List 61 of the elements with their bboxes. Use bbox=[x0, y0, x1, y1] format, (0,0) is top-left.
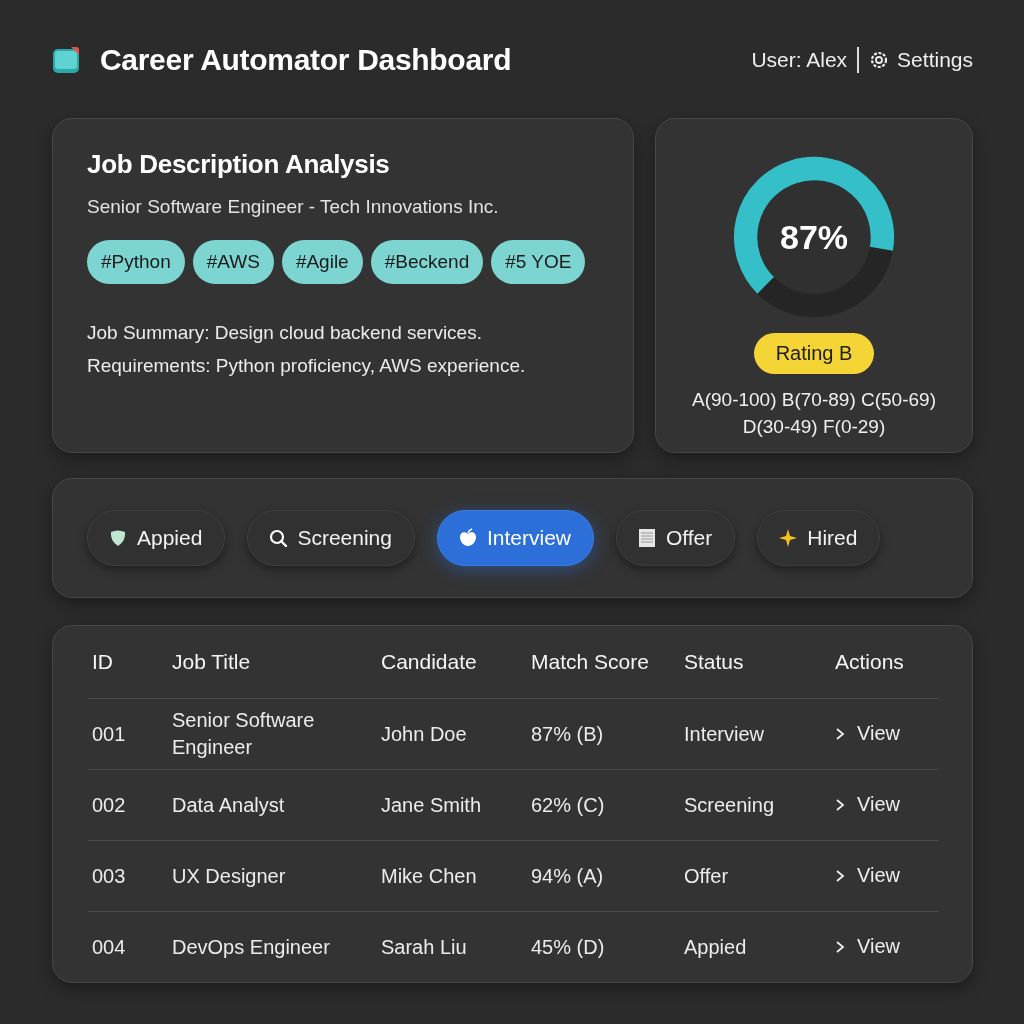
grade-legend-text: A(90-100) B(70-89) C(50-69) bbox=[692, 388, 936, 412]
status-cell-text: Interview bbox=[683, 721, 766, 747]
stage-tab[interactable]: Hired bbox=[757, 510, 881, 566]
view-button[interactable]: View bbox=[831, 862, 900, 890]
stage-tab[interactable]: Interview bbox=[436, 510, 594, 566]
id-cell-text: 002 bbox=[91, 792, 127, 818]
view-button[interactable]: View bbox=[831, 791, 900, 819]
search-icon bbox=[268, 528, 289, 548]
skill-tag: #Python bbox=[87, 240, 185, 284]
status-cell-text: Offer bbox=[683, 863, 730, 889]
settings-button[interactable]: Settings bbox=[869, 48, 973, 72]
match-score-cell-text: 45% (D) bbox=[530, 934, 606, 960]
candidate-cell-text: Mike Chen bbox=[380, 863, 478, 889]
shield-icon bbox=[108, 528, 128, 548]
id-cell-text: 004 bbox=[91, 934, 127, 960]
stage-tab[interactable]: Screening bbox=[247, 510, 415, 566]
skill-tag: #5 YOE bbox=[491, 240, 586, 284]
job-title-cell-text: UX Designer bbox=[171, 863, 287, 889]
match-score-cell-text: 94% (A) bbox=[530, 863, 605, 889]
job-title-cell-text: Senior Software Engineer bbox=[171, 708, 316, 760]
chevron-icon bbox=[835, 797, 845, 812]
column-header: Candidate bbox=[380, 650, 478, 674]
chevron-icon bbox=[835, 939, 845, 954]
column-header: Match Score bbox=[530, 650, 650, 674]
score-value: 87% bbox=[779, 217, 849, 257]
status-cell-text: Screening bbox=[683, 792, 776, 818]
match-score-cell-text: 87% (B) bbox=[530, 721, 605, 747]
job-title-cell-text: Data Analyst bbox=[171, 792, 286, 818]
candidate-cell-text: John Doe bbox=[380, 721, 468, 747]
chevron-icon bbox=[835, 868, 845, 883]
stage-tab[interactable]: Appied bbox=[87, 510, 226, 566]
column-header: ID bbox=[91, 650, 114, 674]
logo-icon bbox=[52, 46, 80, 74]
skill-tag: #Agile bbox=[281, 240, 363, 284]
job-title-cell-text: DevOps Engineer bbox=[171, 934, 331, 960]
card-title: Job Description Analysis bbox=[87, 149, 391, 180]
column-header: Status bbox=[683, 650, 745, 674]
skill-tag: #AWS bbox=[192, 240, 274, 284]
dashboard-title: Career Automator Dashboard bbox=[100, 43, 512, 77]
id-cell-text: 003 bbox=[91, 863, 127, 889]
match-score-cell-text: 62% (C) bbox=[530, 792, 606, 818]
id-cell-text: 001 bbox=[91, 721, 127, 747]
skill-tag: #Beckend bbox=[370, 240, 484, 284]
document-icon bbox=[637, 528, 657, 548]
grade-legend-text: D(30-49) F(0-29) bbox=[742, 415, 886, 439]
user-label: User: Alex bbox=[751, 48, 848, 72]
job-subtitle: Senior Software Engineer - Tech Innovations Inc. bbox=[87, 196, 500, 218]
chevron-icon bbox=[835, 726, 845, 741]
candidate-cell-text: Jane Smith bbox=[380, 792, 483, 818]
candidate-cell-text: Sarah Liu bbox=[380, 934, 468, 960]
status-cell-text: Appied bbox=[683, 934, 748, 960]
requirements-text: Requirements: Python proficiency, AWS experience. bbox=[87, 354, 527, 378]
column-header: Job Title bbox=[171, 650, 252, 674]
column-header: Actions bbox=[834, 650, 905, 674]
view-button[interactable]: View bbox=[831, 720, 900, 748]
settings-icon bbox=[869, 50, 890, 70]
stage-tab[interactable]: Offer bbox=[616, 510, 736, 566]
apple-icon bbox=[457, 528, 478, 548]
view-button[interactable]: View bbox=[831, 933, 900, 961]
rating-badge: Rating B bbox=[753, 333, 875, 374]
job-summary-text: Job Summary: Design cloud backend services. bbox=[87, 321, 483, 345]
